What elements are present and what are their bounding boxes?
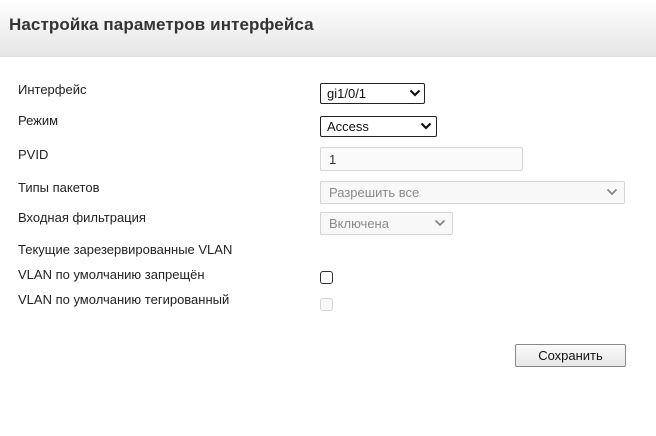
mode-select[interactable]: Access bbox=[320, 116, 437, 137]
packet-types-label: Типы пакетов bbox=[18, 180, 100, 195]
default-vlan-forbidden-label: VLAN по умолчанию запрещён bbox=[18, 267, 205, 282]
packet-types-select[interactable]: Разрешить все bbox=[320, 181, 625, 204]
page-title: Настройка параметров интерфейса bbox=[9, 15, 314, 34]
default-vlan-forbidden-checkbox[interactable] bbox=[320, 271, 333, 284]
ingress-filtering-select[interactable]: Включена bbox=[320, 212, 453, 235]
chevron-down-icon bbox=[434, 219, 446, 227]
page-header: Настройка параметров интерфейса bbox=[0, 0, 656, 57]
ingress-filtering-select-value: Включена bbox=[329, 216, 389, 231]
packet-types-select-value: Разрешить все bbox=[329, 185, 420, 200]
interface-label: Интерфейс bbox=[18, 82, 87, 97]
interface-select[interactable]: gi1/0/1 bbox=[320, 83, 425, 104]
pvid-input[interactable]: 1 bbox=[320, 147, 523, 171]
mode-label: Режим bbox=[18, 113, 59, 128]
chevron-down-icon bbox=[420, 122, 432, 130]
pvid-label: PVID bbox=[18, 147, 49, 162]
default-vlan-tagged-checkbox[interactable] bbox=[320, 298, 333, 311]
default-vlan-tagged-label: VLAN по умолчанию тегированный bbox=[18, 292, 230, 307]
ingress-filtering-label: Входная фильтрация bbox=[18, 210, 146, 225]
chevron-down-icon bbox=[409, 89, 421, 97]
chevron-down-icon bbox=[606, 188, 618, 196]
mode-select-value: Access bbox=[327, 119, 369, 134]
save-button[interactable]: Сохранить bbox=[515, 344, 626, 367]
interface-select-value: gi1/0/1 bbox=[327, 86, 367, 101]
reserved-vlan-label: Текущие зарезервированные VLAN bbox=[18, 242, 233, 257]
